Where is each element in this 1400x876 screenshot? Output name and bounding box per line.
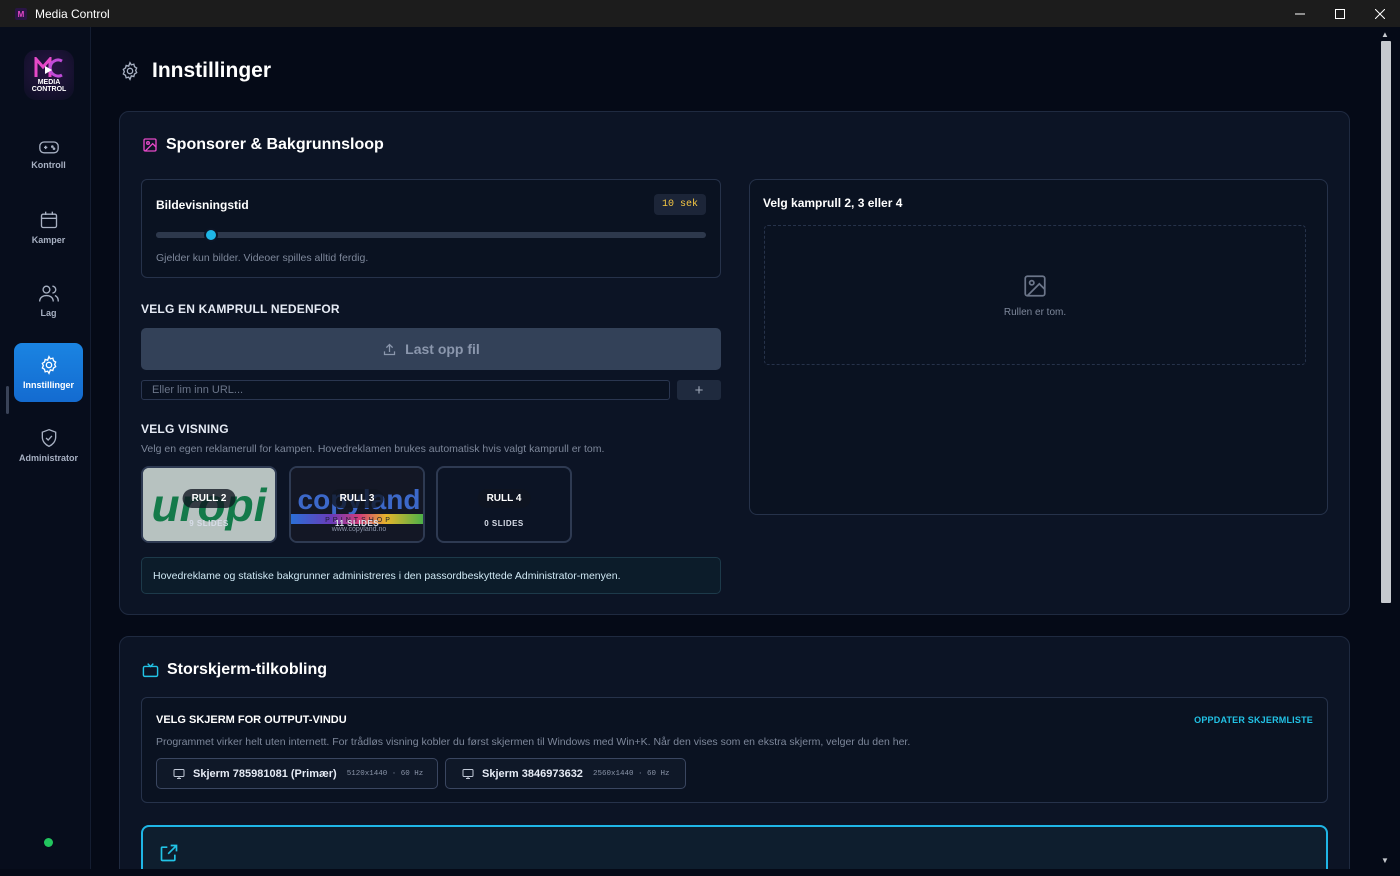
gear-icon <box>122 61 138 81</box>
sidebar: MEDIA CONTROL Kontroll Kamper Lag Innsti… <box>0 27 91 869</box>
sidebar-item-label: Administrator <box>18 453 78 463</box>
choose-roll-label: VELG EN KAMPRULL NEDENFOR <box>141 302 340 316</box>
sidebar-item-label: Lag <box>40 308 57 318</box>
tv-icon <box>142 663 159 678</box>
screen-name: Skjerm 3846973632 <box>482 767 583 780</box>
sidebar-item-lag[interactable]: Lag <box>14 271 83 330</box>
url-input[interactable] <box>141 380 670 400</box>
sidebar-item-innstillinger[interactable]: Innstillinger <box>14 343 83 402</box>
svg-text:M: M <box>18 10 25 19</box>
screen-resolution: 5120x1440 · 60 Hz <box>346 769 424 778</box>
roll-name-pill: RULL 2 <box>182 489 236 508</box>
scroll-down-arrow-icon[interactable]: ▼ <box>1381 856 1389 865</box>
display-time-box: Bildevisningstid 10 sek Gjelder kun bild… <box>141 179 721 278</box>
view-hint: Velg en egen reklamerull for kampen. Hov… <box>141 443 605 455</box>
sidebar-item-label: Kontroll <box>31 160 66 170</box>
page-title: Innstillinger <box>152 59 272 82</box>
app-icon: M <box>15 7 27 20</box>
sponsors-card: Sponsorer & Bakgrunnsloop Bildevisningst… <box>119 111 1350 615</box>
roll-card-4[interactable]: RULL 4 0 SLIDES <box>436 466 572 543</box>
sidebar-item-kontroll[interactable]: Kontroll <box>14 125 83 184</box>
bigscreen-title: Storskjerm-tilkobling <box>167 661 328 678</box>
logo-text: MEDIA CONTROL <box>31 79 67 93</box>
screen-select-box: VELG SKJERM FOR OUTPUT-VINDU OPPDATER SK… <box>141 697 1328 803</box>
screen-button-1[interactable]: Skjerm 785981081 (Primær) 5120x1440 · 60… <box>156 758 438 789</box>
roll-slide-count: 9 SLIDES <box>189 519 229 528</box>
shield-check-icon <box>41 428 56 448</box>
sidebar-item-administrator[interactable]: Administrator <box>14 416 83 475</box>
screen-resolution: 2560x1440 · 60 Hz <box>592 769 670 778</box>
add-url-button[interactable]: + <box>677 380 721 400</box>
maximize-button[interactable] <box>1320 0 1360 27</box>
display-time-slider[interactable] <box>156 228 706 242</box>
slider-fill <box>156 232 211 238</box>
admin-info-box: Hovedreklame og statiske bakgrunner admi… <box>141 557 721 594</box>
roll-drop-zone[interactable]: Rullen er tom. <box>764 225 1306 365</box>
upload-file-button[interactable]: Last opp fil <box>141 328 721 370</box>
roll-slide-count: 0 SLIDES <box>484 519 524 528</box>
gear-icon <box>40 355 57 375</box>
roll-preview-title: Velg kamprull 2, 3 eller 4 <box>763 196 903 210</box>
roll-slide-count: 11 SLIDES <box>334 519 380 528</box>
screen-hint: Programmet virker helt uten internett. F… <box>156 736 911 748</box>
sidebar-item-label: Kamper <box>31 235 66 245</box>
display-time-value-badge: 10 sek <box>653 194 706 215</box>
roll-name-pill: RULL 3 <box>330 489 384 508</box>
minimize-button[interactable] <box>1280 0 1320 27</box>
slider-thumb[interactable] <box>204 228 218 242</box>
sponsors-title: Sponsorer & Bakgrunnsloop <box>166 136 384 153</box>
display-time-hint: Gjelder kun bilder. Videoer spilles allt… <box>156 252 369 264</box>
view-label: VELG VISNING <box>141 422 229 436</box>
roll-card-3[interactable]: copyland PRINTSHOP www.copyland.no RULL … <box>289 466 425 543</box>
vertical-scrollbar[interactable]: ▲ ▼ <box>1378 27 1400 869</box>
gamepad-icon <box>38 141 59 154</box>
monitor-icon <box>173 768 185 779</box>
nav-scroll-indicator <box>6 386 9 414</box>
screen-button-2[interactable]: Skjerm 3846973632 2560x1440 · 60 Hz <box>445 758 686 789</box>
window-title: Media Control <box>35 6 110 21</box>
roll-name-pill: RULL 4 <box>477 489 531 508</box>
open-output-window-card[interactable] <box>141 825 1328 869</box>
users-icon <box>38 285 59 302</box>
page-header: Innstillinger <box>120 59 271 83</box>
roll-preview-panel: Velg kamprull 2, 3 eller 4 Rullen er tom… <box>749 179 1328 515</box>
logo-mark-icon <box>34 57 63 78</box>
calendar-icon <box>40 211 57 229</box>
sidebar-item-kamper[interactable]: Kamper <box>14 198 83 257</box>
external-link-icon <box>160 844 178 862</box>
scrollbar-thumb[interactable] <box>1381 41 1391 603</box>
image-placeholder-icon <box>1024 274 1046 297</box>
empty-roll-text: Rullen er tom. <box>1003 306 1067 318</box>
bigscreen-card-title: Storskjerm-tilkobling <box>142 661 327 679</box>
upload-icon <box>384 343 396 355</box>
display-time-label: Bildevisningstid <box>156 198 249 212</box>
main-content: Innstillinger Sponsorer & Bakgrunnsloop … <box>91 27 1378 869</box>
monitor-icon <box>462 768 474 779</box>
app-logo[interactable]: MEDIA CONTROL <box>24 50 74 100</box>
refresh-screens-link[interactable]: OPPDATER SKJERMLISTE <box>1194 715 1313 725</box>
connection-status-dot <box>44 838 53 847</box>
upload-label: Last opp fil <box>405 341 480 357</box>
roll-card-2[interactable]: uropi RULL 2 9 SLIDES <box>141 466 277 543</box>
select-screen-label: VELG SKJERM FOR OUTPUT-VINDU <box>156 714 347 726</box>
sidebar-item-label: Innstillinger <box>22 380 74 390</box>
sponsors-card-title: Sponsorer & Bakgrunnsloop <box>142 136 384 154</box>
close-button[interactable] <box>1360 0 1400 27</box>
title-bar: M Media Control <box>0 0 1400 27</box>
scroll-up-arrow-icon[interactable]: ▲ <box>1381 30 1389 39</box>
bigscreen-card: Storskjerm-tilkobling VELG SKJERM FOR OU… <box>119 636 1350 869</box>
image-icon <box>143 138 157 152</box>
screen-name: Skjerm 785981081 (Primær) <box>193 767 337 780</box>
